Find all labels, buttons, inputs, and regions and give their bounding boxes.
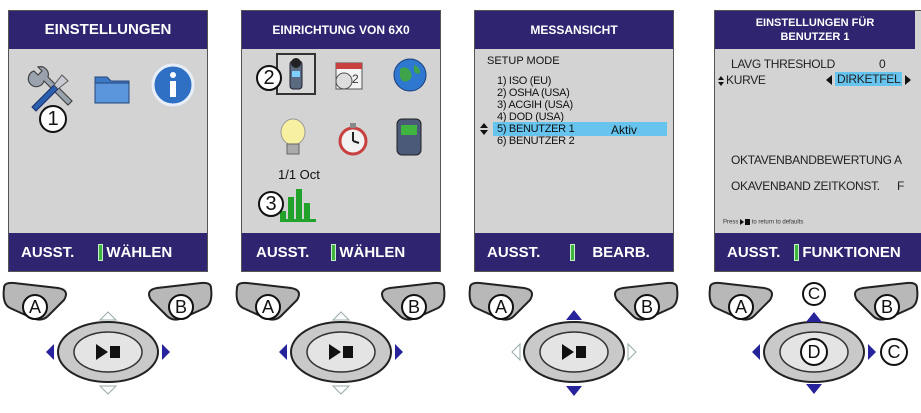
- battery-icon: [98, 243, 104, 261]
- button-a[interactable]: A: [728, 294, 754, 320]
- left-arrow-icon[interactable]: [825, 73, 833, 85]
- list-item[interactable]: 6) BENUTZER 2: [497, 135, 575, 147]
- info-icon[interactable]: [151, 63, 195, 107]
- lightbulb-icon[interactable]: [276, 117, 310, 159]
- setup-mode-label: SETUP MODE: [487, 55, 560, 67]
- softkey-right-label[interactable]: BEARB.: [592, 244, 650, 261]
- panel-einstellungen: EINSTELLUNGEN 1 AUSST. WÄHLEN A B: [0, 0, 215, 408]
- kurve-label: KURVE: [726, 73, 766, 87]
- screen-footer: AUSST. WÄHLEN: [9, 233, 207, 271]
- title-line-1: EINSTELLUNGEN FÜR: [755, 17, 875, 29]
- calendar-icon[interactable]: 2: [332, 57, 368, 93]
- battery-icon: [794, 243, 800, 261]
- panel-einrichtung: EINRICHTUNG VON 6X0 2 1/1 Oct 2 3 AUSST.…: [233, 0, 448, 408]
- list-item[interactable]: 1) ISO (EU): [497, 75, 551, 87]
- lavg-label: LAVG THRESHOLD: [731, 57, 836, 71]
- button-b[interactable]: B: [401, 294, 427, 320]
- updown-arrow-icon: [479, 122, 489, 136]
- panel-messansicht: MESSANSICHT SETUP MODE 1) ISO (EU) 2) OS…: [466, 0, 681, 408]
- list-item-selected[interactable]: 5) BENUTZER 1: [497, 123, 575, 135]
- updown-arrow-icon: [717, 74, 725, 86]
- button-b[interactable]: B: [634, 294, 660, 320]
- meter-icon[interactable]: [276, 53, 316, 95]
- screen-footer: AUSST. FUNKTIONEN: [715, 233, 921, 271]
- device-screen: EINRICHTUNG VON 6X0 2 1/1 Oct 2 3 AUSST.…: [241, 10, 441, 272]
- softkey-left-label[interactable]: AUSST.: [256, 244, 309, 261]
- callout-2: 2: [256, 65, 282, 91]
- battery-icon: [570, 243, 576, 261]
- octave-bars-icon[interactable]: [278, 183, 318, 223]
- button-b[interactable]: B: [874, 294, 900, 320]
- screen-title: MESSANSICHT: [475, 11, 673, 49]
- defaults-hint: Press to return to defaults: [723, 219, 803, 226]
- title-line-2: BENUTZER 1: [780, 31, 850, 43]
- screen-footer: AUSST. BEARB.: [475, 233, 673, 271]
- screen-title: EINRICHTUNG VON 6X0: [242, 11, 440, 49]
- softkey-right-label[interactable]: WÄHLEN: [339, 244, 405, 261]
- oktav-label[interactable]: OKTAVENBANDBEWERTUNG A: [731, 153, 902, 167]
- softkey-left-label[interactable]: AUSST.: [727, 244, 780, 261]
- device-screen: EINSTELLUNGEN 1 AUSST. WÄHLEN: [8, 10, 208, 272]
- callout-1: 1: [39, 105, 67, 133]
- softkey-right-label[interactable]: WÄHLEN: [106, 244, 172, 261]
- button-a[interactable]: A: [255, 294, 281, 320]
- callout-3: 3: [258, 191, 284, 217]
- defaults-hint-prefix: Press: [723, 219, 739, 226]
- list-item[interactable]: 3) ACGIH (USA): [497, 99, 573, 111]
- svg-text:2: 2: [352, 72, 359, 86]
- globe-icon[interactable]: [392, 57, 428, 93]
- keypad: A B: [0, 280, 215, 408]
- keypad: A B: [466, 280, 681, 408]
- softkey-left-label[interactable]: AUSST.: [487, 244, 540, 261]
- softkey-left-label[interactable]: AUSST.: [21, 244, 74, 261]
- okav-value[interactable]: F: [897, 179, 904, 193]
- screen-title: EINSTELLUNGEN FÜR BENUTZER 1: [715, 11, 915, 49]
- button-b[interactable]: B: [168, 294, 194, 320]
- okav-label[interactable]: OKAVENBAND ZEITKONST.: [731, 179, 880, 193]
- screen-footer: AUSST. WÄHLEN: [242, 233, 440, 271]
- folder-icon[interactable]: [93, 71, 131, 105]
- lavg-value[interactable]: 0: [879, 57, 886, 71]
- callout-d-center[interactable]: D: [800, 338, 828, 366]
- callout-c-up: C: [802, 282, 826, 306]
- screen-title: EINSTELLUNGEN: [9, 11, 207, 49]
- button-a[interactable]: A: [488, 294, 514, 320]
- octave-label: 1/1 Oct: [278, 167, 320, 182]
- device-screen: EINSTELLUNGEN FÜR BENUTZER 1 LAVG THRESH…: [714, 10, 921, 272]
- kurve-value[interactable]: DIRKETFEL: [835, 72, 903, 86]
- stopwatch-icon[interactable]: [336, 121, 370, 157]
- button-a[interactable]: A: [22, 294, 48, 320]
- device-screen: MESSANSICHT SETUP MODE 1) ISO (EU) 2) OS…: [474, 10, 674, 272]
- active-label: Aktiv: [611, 123, 638, 137]
- keypad: A B C D C: [706, 280, 921, 408]
- play-stop-icon: [740, 219, 751, 225]
- keypad: A B: [233, 280, 448, 408]
- defaults-hint-rest: to return to defaults: [751, 219, 804, 226]
- battery-icon: [331, 243, 337, 261]
- softkey-right-label[interactable]: FUNKTIONEN: [802, 244, 900, 261]
- panel-einstellungen-benutzer: EINSTELLUNGEN FÜR BENUTZER 1 LAVG THRESH…: [706, 0, 921, 408]
- list-item[interactable]: 2) OSHA (USA): [497, 87, 570, 99]
- callout-c-right: C: [880, 338, 908, 366]
- device-icon[interactable]: [394, 117, 424, 157]
- right-arrow-icon[interactable]: [904, 73, 912, 85]
